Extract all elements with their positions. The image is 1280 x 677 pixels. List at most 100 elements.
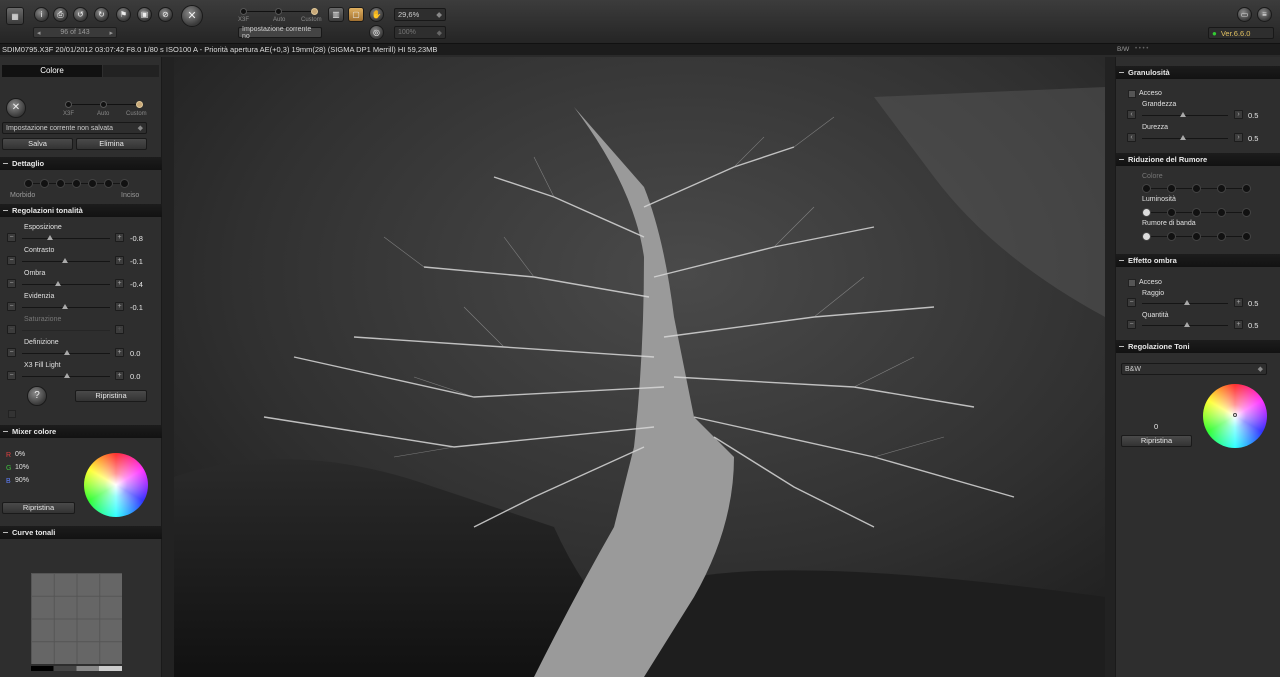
- slider-thumb[interactable]: [64, 373, 70, 378]
- toning-center-marker[interactable]: [1233, 413, 1237, 417]
- detail-dot[interactable]: [24, 179, 33, 188]
- minus-icon[interactable]: −: [1127, 320, 1136, 329]
- minus-icon[interactable]: ‹: [1127, 133, 1136, 142]
- noise-color-dot[interactable]: [1142, 184, 1151, 193]
- detail-dot[interactable]: [88, 179, 97, 188]
- rotate-left-button[interactable]: ↺: [73, 7, 88, 22]
- detail-dot[interactable]: [120, 179, 129, 188]
- plus-icon[interactable]: +: [115, 256, 124, 265]
- toning-header[interactable]: Regolazione Toni: [1116, 340, 1280, 353]
- toning-reset-button[interactable]: Ripristina: [1121, 435, 1192, 447]
- tone-header[interactable]: Regolazioni tonalità: [0, 204, 162, 217]
- grain-on-checkbox[interactable]: [1128, 90, 1136, 98]
- plus-icon[interactable]: ›: [1234, 133, 1243, 142]
- plus-icon[interactable]: +: [1234, 298, 1243, 307]
- fit-button[interactable]: ▢: [348, 7, 364, 22]
- plus-icon[interactable]: +: [115, 348, 124, 357]
- slider-thumb[interactable]: [62, 304, 68, 309]
- slider-thumb[interactable]: [1180, 112, 1186, 117]
- detail-dot[interactable]: [104, 179, 113, 188]
- noise-color-dot[interactable]: [1167, 184, 1176, 193]
- rotate-right-button[interactable]: ↻: [94, 7, 109, 22]
- prev-arrow-icon[interactable]: ◂: [37, 29, 41, 37]
- minus-icon[interactable]: −: [7, 279, 16, 288]
- plus-icon[interactable]: +: [115, 302, 124, 311]
- grain-header[interactable]: Granulosità: [1116, 66, 1280, 79]
- detail-dot[interactable]: [56, 179, 65, 188]
- print-button[interactable]: ⎙: [53, 7, 68, 22]
- plus-icon[interactable]: +: [115, 371, 124, 380]
- detail-header[interactable]: Dettaglio: [0, 157, 162, 170]
- noise-lum-dot[interactable]: [1167, 208, 1176, 217]
- mixer-reset-button[interactable]: Ripristina: [2, 502, 75, 514]
- minus-icon[interactable]: −: [1127, 298, 1136, 307]
- lock-button[interactable]: ▣: [137, 7, 152, 22]
- minus-icon[interactable]: −: [7, 302, 16, 311]
- preset-select[interactable]: Impostazione corrente non salvata ◆: [2, 122, 147, 134]
- plus-icon[interactable]: +: [115, 233, 124, 242]
- noise-color-dot[interactable]: [1217, 184, 1226, 193]
- noise-band-dot[interactable]: [1217, 232, 1226, 241]
- minus-icon[interactable]: ‹: [1127, 110, 1136, 119]
- preset-custom[interactable]: [311, 8, 318, 15]
- tone-checkbox[interactable]: [8, 410, 16, 418]
- delete-preset-button[interactable]: Elimina: [76, 138, 147, 150]
- sigma-logo-icon[interactable]: ✕: [181, 5, 203, 27]
- save-button[interactable]: Salva: [2, 138, 73, 150]
- slider-thumb[interactable]: [47, 235, 53, 240]
- flag-button[interactable]: ⚑: [116, 7, 131, 22]
- minus-icon[interactable]: −: [7, 256, 16, 265]
- preset-field[interactable]: Impostazione corrente no: [238, 26, 322, 40]
- left-preset-x3f[interactable]: [65, 101, 72, 108]
- detail-dot[interactable]: [72, 179, 81, 188]
- image-viewer[interactable]: [174, 57, 1105, 677]
- slider-thumb[interactable]: [62, 258, 68, 263]
- zoom-select-2[interactable]: 100% ◆: [394, 26, 446, 39]
- minus-icon[interactable]: −: [7, 371, 16, 380]
- image-navigator[interactable]: ◂ 96 of 143 ▸: [33, 27, 117, 38]
- loupe-button[interactable]: ◎: [369, 25, 384, 40]
- preset-auto[interactable]: [275, 8, 282, 15]
- slider-thumb[interactable]: [1184, 322, 1190, 327]
- zoom-select[interactable]: 29,6% ◆: [394, 8, 446, 21]
- tone-curve-graph[interactable]: [31, 573, 122, 664]
- noise-band-dot[interactable]: [1242, 232, 1251, 241]
- tone-reset-button[interactable]: Ripristina: [75, 390, 147, 402]
- preset-x3f[interactable]: [240, 8, 247, 15]
- left-preset-auto[interactable]: [100, 101, 107, 108]
- noise-color-dot[interactable]: [1192, 184, 1201, 193]
- mixer-header[interactable]: Mixer colore: [0, 425, 162, 438]
- plus-icon[interactable]: ›: [1234, 110, 1243, 119]
- menu-button[interactable]: ≡: [1257, 7, 1272, 22]
- auto-tone-icon[interactable]: ?: [27, 386, 47, 406]
- curves-header[interactable]: Curve tonali: [0, 526, 162, 539]
- color-mixer-wheel[interactable]: [84, 453, 148, 517]
- shadow-header[interactable]: Effetto ombra: [1116, 254, 1280, 267]
- window-button[interactable]: ▭: [1237, 7, 1252, 22]
- minus-icon[interactable]: −: [7, 233, 16, 242]
- sigma-preset-icon[interactable]: ✕: [6, 98, 26, 118]
- grid-view-icon[interactable]: ▦: [6, 7, 24, 25]
- shadow-on-checkbox[interactable]: [1128, 279, 1136, 287]
- toning-select[interactable]: B&W ◆: [1121, 363, 1267, 375]
- compare-button[interactable]: ▥: [328, 7, 344, 22]
- noise-band-dot[interactable]: [1167, 232, 1176, 241]
- minus-icon[interactable]: −: [7, 348, 16, 357]
- slider-thumb[interactable]: [1184, 300, 1190, 305]
- noise-color-dot[interactable]: [1242, 184, 1251, 193]
- slider-thumb[interactable]: [64, 350, 70, 355]
- hand-tool-button[interactable]: ✋: [369, 7, 384, 22]
- delete-button[interactable]: ⊘: [158, 7, 173, 22]
- noise-band-dot[interactable]: [1142, 232, 1151, 241]
- noise-lum-dot[interactable]: [1142, 208, 1151, 217]
- info-button[interactable]: i: [34, 7, 49, 22]
- slider-thumb[interactable]: [55, 281, 61, 286]
- noise-band-dot[interactable]: [1192, 232, 1201, 241]
- noise-lum-dot[interactable]: [1217, 208, 1226, 217]
- left-preset-custom[interactable]: [136, 101, 143, 108]
- detail-dot[interactable]: [40, 179, 49, 188]
- noise-lum-dot[interactable]: [1192, 208, 1201, 217]
- next-arrow-icon[interactable]: ▸: [109, 29, 113, 37]
- tab-secondary[interactable]: [103, 65, 159, 77]
- noise-header[interactable]: Riduzione del Rumore: [1116, 153, 1280, 166]
